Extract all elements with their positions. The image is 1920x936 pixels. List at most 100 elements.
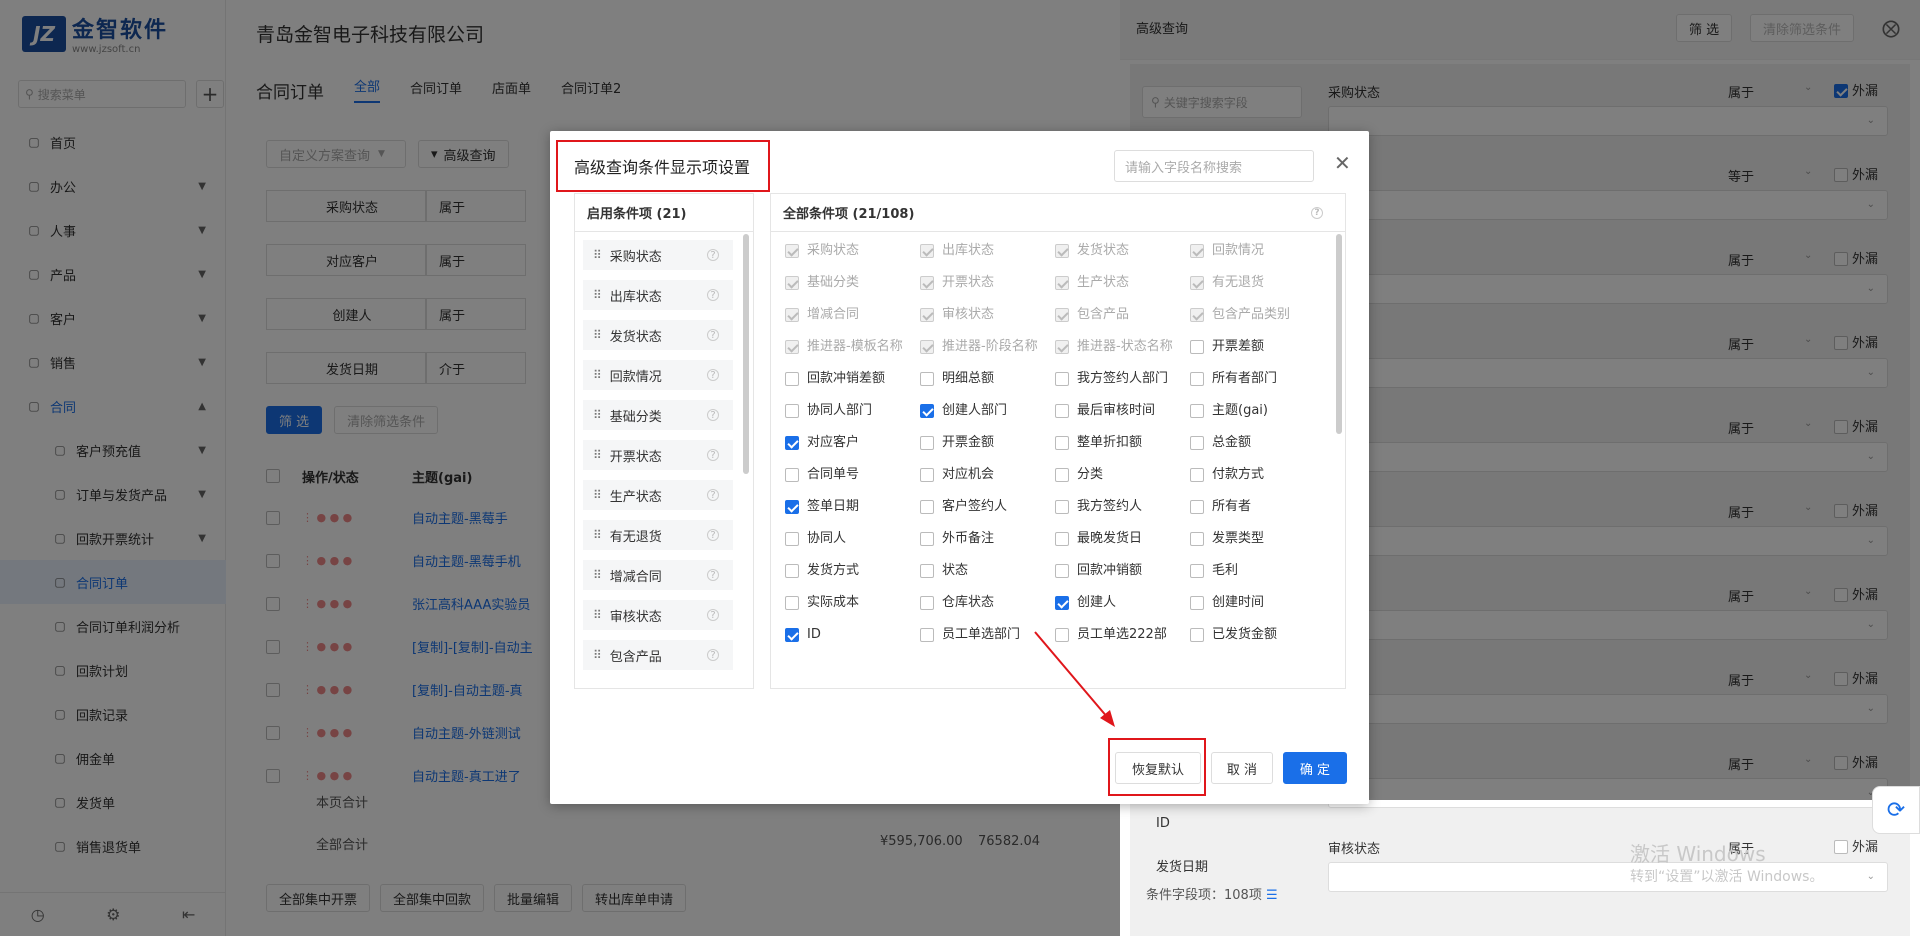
- condition-option[interactable]: 我方签约人: [1055, 498, 1190, 516]
- help-icon[interactable]: ?: [707, 649, 719, 661]
- condition-checkbox[interactable]: [1190, 596, 1204, 610]
- enabled-condition-item[interactable]: ⠿ 回款情况?: [583, 360, 733, 390]
- drag-handle-icon[interactable]: ⠿: [593, 648, 602, 662]
- help-icon[interactable]: ?: [707, 369, 719, 381]
- drag-handle-icon[interactable]: ⠿: [593, 328, 602, 342]
- condition-checkbox[interactable]: [1190, 500, 1204, 514]
- condition-option[interactable]: 我方签约人部门: [1055, 370, 1190, 388]
- condition-option[interactable]: ID: [785, 626, 920, 644]
- condition-checkbox[interactable]: [1055, 468, 1069, 482]
- condition-option[interactable]: 分类: [1055, 466, 1190, 484]
- condition-option[interactable]: 员工单选部门: [920, 626, 1055, 644]
- enabled-condition-item[interactable]: ⠿ 包含产品?: [583, 640, 733, 670]
- enabled-condition-item[interactable]: ⠿ 采购状态?: [583, 240, 733, 270]
- enabled-condition-item[interactable]: ⠿ 基础分类?: [583, 400, 733, 430]
- condition-checkbox[interactable]: [1190, 532, 1204, 546]
- condition-checkbox[interactable]: [785, 404, 799, 418]
- reset-default-button[interactable]: 恢复默认: [1115, 752, 1201, 784]
- condition-checkbox[interactable]: [1190, 468, 1204, 482]
- condition-option[interactable]: 创建时间: [1190, 594, 1325, 612]
- enabled-condition-item[interactable]: ⠿ 审核状态?: [583, 600, 733, 630]
- condition-option[interactable]: 对应机会: [920, 466, 1055, 484]
- condition-checkbox[interactable]: [1055, 372, 1069, 386]
- condition-checkbox[interactable]: [1190, 628, 1204, 642]
- drag-handle-icon[interactable]: ⠿: [593, 368, 602, 382]
- condition-option[interactable]: 整单折扣额: [1055, 434, 1190, 452]
- cancel-button[interactable]: 取 消: [1211, 752, 1273, 784]
- condition-option[interactable]: 发票类型: [1190, 530, 1325, 548]
- condition-option[interactable]: 实际成本: [785, 594, 920, 612]
- condition-checkbox[interactable]: [1055, 500, 1069, 514]
- condition-option[interactable]: 开票金额: [920, 434, 1055, 452]
- condition-option[interactable]: 协同人: [785, 530, 920, 548]
- condition-checkbox[interactable]: [1055, 532, 1069, 546]
- condition-checkbox[interactable]: [1055, 404, 1069, 418]
- condition-option[interactable]: 外币备注: [920, 530, 1055, 548]
- condition-option[interactable]: 主题(gai): [1190, 402, 1325, 420]
- condition-checkbox[interactable]: [785, 628, 799, 642]
- condition-option[interactable]: 最后审核时间: [1055, 402, 1190, 420]
- condition-checkbox[interactable]: [920, 436, 934, 450]
- enabled-condition-item[interactable]: ⠿ 发货状态?: [583, 320, 733, 350]
- enabled-condition-item[interactable]: ⠿ 生产状态?: [583, 480, 733, 510]
- condition-checkbox[interactable]: [785, 372, 799, 386]
- condition-checkbox[interactable]: [1055, 596, 1069, 610]
- drag-handle-icon[interactable]: ⠿: [593, 528, 602, 542]
- drag-handle-icon[interactable]: ⠿: [593, 608, 602, 622]
- drag-handle-icon[interactable]: ⠿: [593, 568, 602, 582]
- condition-checkbox[interactable]: [785, 532, 799, 546]
- help-icon[interactable]: ?: [707, 449, 719, 461]
- assistant-float-icon[interactable]: ⟳: [1872, 786, 1920, 834]
- condition-checkbox[interactable]: [920, 500, 934, 514]
- help-icon[interactable]: ?: [707, 529, 719, 541]
- condition-checkbox[interactable]: [920, 532, 934, 546]
- condition-checkbox[interactable]: [1055, 564, 1069, 578]
- side-field-ship-date[interactable]: 发货日期: [1156, 856, 1208, 875]
- help-icon[interactable]: ?: [1311, 207, 1323, 219]
- condition-checkbox[interactable]: [1190, 404, 1204, 418]
- condition-checkbox[interactable]: [920, 372, 934, 386]
- condition-option[interactable]: 毛利: [1190, 562, 1325, 580]
- condition-checkbox[interactable]: [785, 468, 799, 482]
- drag-handle-icon[interactable]: ⠿: [593, 448, 602, 462]
- condition-option[interactable]: 已发货金额: [1190, 626, 1325, 644]
- condition-option[interactable]: 对应客户: [785, 434, 920, 452]
- drag-handle-icon[interactable]: ⠿: [593, 408, 602, 422]
- condition-option[interactable]: 回款冲销额: [1055, 562, 1190, 580]
- condition-option[interactable]: 状态: [920, 562, 1055, 580]
- condition-checkbox[interactable]: [1055, 436, 1069, 450]
- condition-checkbox[interactable]: [920, 564, 934, 578]
- condition-checkbox[interactable]: [1190, 372, 1204, 386]
- help-icon[interactable]: ?: [707, 249, 719, 261]
- condition-option[interactable]: 创建人部门: [920, 402, 1055, 420]
- drag-handle-icon[interactable]: ⠿: [593, 248, 602, 262]
- confirm-button[interactable]: 确 定: [1283, 752, 1347, 784]
- condition-option[interactable]: 所有者部门: [1190, 370, 1325, 388]
- condition-checkbox[interactable]: [785, 436, 799, 450]
- condition-checkbox[interactable]: [920, 628, 934, 642]
- condition-checkbox[interactable]: [1055, 628, 1069, 642]
- condition-checkbox[interactable]: [920, 596, 934, 610]
- condition-option[interactable]: 最晚发货日: [1055, 530, 1190, 548]
- condition-checkbox[interactable]: [1190, 564, 1204, 578]
- enabled-condition-item[interactable]: ⠿ 出库状态?: [583, 280, 733, 310]
- enabled-condition-item[interactable]: ⠿ 有无退货?: [583, 520, 733, 550]
- help-icon[interactable]: ?: [707, 609, 719, 621]
- drag-handle-icon[interactable]: ⠿: [593, 488, 602, 502]
- enabled-condition-item[interactable]: ⠿ 增减合同?: [583, 560, 733, 590]
- condition-option[interactable]: 协同人部门: [785, 402, 920, 420]
- sliders-icon[interactable]: ☰: [1266, 888, 1278, 903]
- help-icon[interactable]: ?: [707, 569, 719, 581]
- side-field-id[interactable]: ID: [1156, 816, 1170, 831]
- condition-option[interactable]: 总金额: [1190, 434, 1325, 452]
- condition-checkbox[interactable]: [785, 596, 799, 610]
- condition-option[interactable]: 签单日期: [785, 498, 920, 516]
- scrollbar[interactable]: [1336, 234, 1342, 434]
- condition-option[interactable]: 所有者: [1190, 498, 1325, 516]
- condition-checkbox[interactable]: [1190, 436, 1204, 450]
- condition-option[interactable]: 合同单号: [785, 466, 920, 484]
- condition-option[interactable]: 明细总额: [920, 370, 1055, 388]
- enabled-condition-item[interactable]: ⠿ 开票状态?: [583, 440, 733, 470]
- condition-option[interactable]: 员工单选222部: [1055, 626, 1190, 644]
- close-icon[interactable]: ✕: [1334, 151, 1351, 175]
